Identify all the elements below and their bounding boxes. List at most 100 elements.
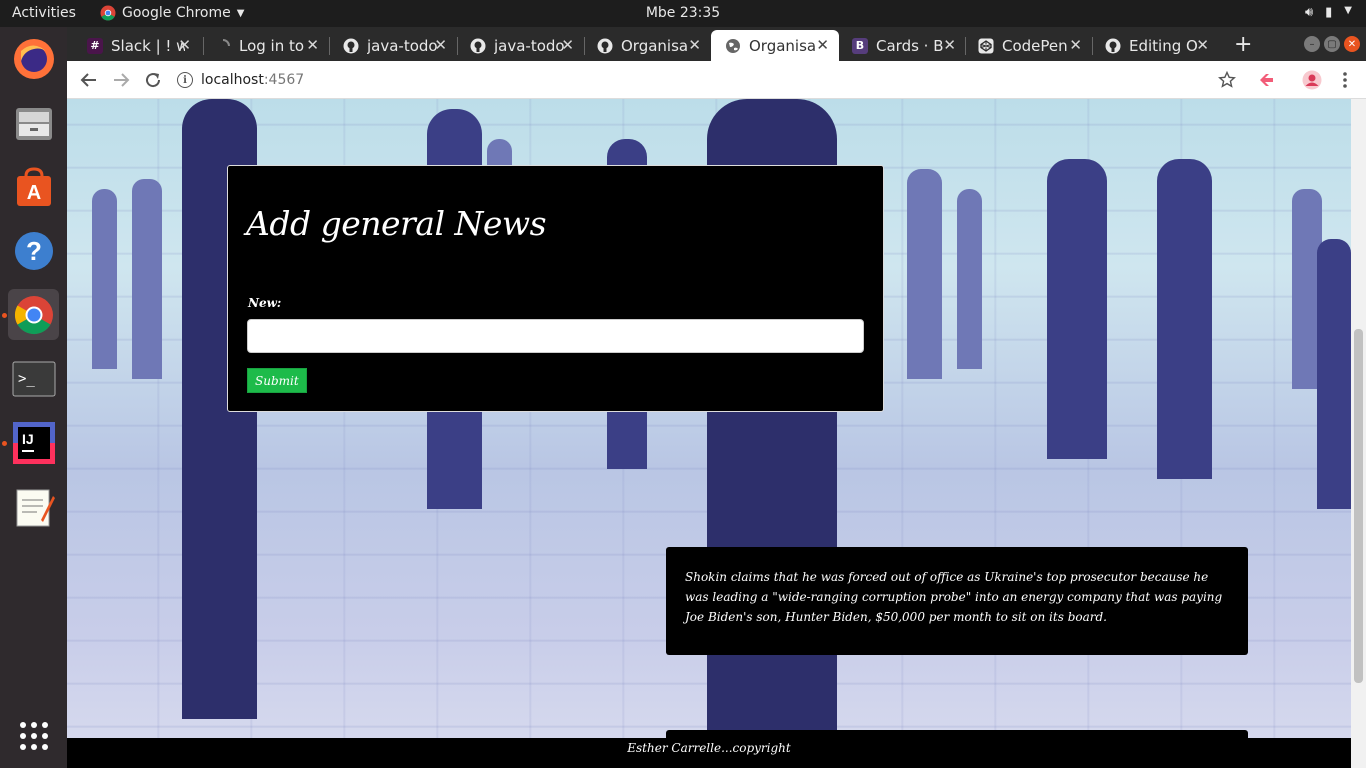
submit-button[interactable]: Submit bbox=[247, 368, 307, 393]
address-bar[interactable]: i localhost:4567 bbox=[177, 66, 1257, 94]
reload-icon bbox=[146, 73, 161, 88]
loading-icon bbox=[215, 38, 231, 54]
app-menu[interactable]: Google Chrome ▼ bbox=[100, 5, 244, 21]
close-icon[interactable]: ✕ bbox=[434, 36, 447, 54]
tab-title: Editing O bbox=[1129, 36, 1198, 55]
info-icon[interactable]: i bbox=[177, 72, 193, 88]
profile-button[interactable] bbox=[1300, 68, 1324, 92]
volume-icon[interactable]: 🔊︎ bbox=[1305, 5, 1313, 20]
tab-slack[interactable]: # Slack | ! w ✕ bbox=[73, 30, 201, 61]
avatar-icon bbox=[1302, 70, 1322, 90]
close-icon[interactable]: ✕ bbox=[816, 36, 829, 54]
clock[interactable]: Mbe 23:35 bbox=[646, 5, 720, 21]
chrome-icon bbox=[14, 295, 53, 334]
page-scrollbar[interactable] bbox=[1351, 99, 1366, 768]
news-input-label: New: bbox=[248, 296, 282, 310]
help-launcher[interactable]: ? bbox=[8, 225, 59, 276]
extension-icon bbox=[1260, 74, 1273, 86]
tab-title: java-todo bbox=[367, 36, 438, 55]
close-icon[interactable]: ✕ bbox=[178, 36, 191, 54]
tab-title: Slack | ! w bbox=[111, 36, 185, 55]
tab-cards-bootstrap[interactable]: B Cards · B ✕ bbox=[838, 30, 966, 61]
help-icon: ? bbox=[14, 231, 53, 270]
close-icon[interactable]: ✕ bbox=[306, 36, 319, 54]
bookmark-button[interactable] bbox=[1215, 68, 1239, 92]
software-launcher[interactable]: A bbox=[8, 161, 59, 212]
tab-organisation-active[interactable]: Organisa ✕ bbox=[711, 30, 839, 61]
close-icon[interactable]: ✕ bbox=[1069, 36, 1082, 54]
url-port: :4567 bbox=[263, 72, 305, 88]
news-input[interactable] bbox=[247, 319, 864, 353]
tab-strip: # Slack | ! w ✕ Log in to ✕ java-todo ✕ … bbox=[67, 27, 1366, 61]
tab-title: java-todo bbox=[494, 36, 565, 55]
footer-copyright: Esther Carrelle...copyright bbox=[627, 741, 791, 755]
files-launcher[interactable] bbox=[8, 97, 59, 148]
bootstrap-icon: B bbox=[852, 37, 868, 54]
tab-login[interactable]: Log in to ✕ bbox=[201, 30, 329, 61]
github-icon bbox=[470, 38, 486, 54]
firefox-launcher[interactable] bbox=[8, 33, 59, 84]
dock: A ? >_ IJ bbox=[0, 27, 67, 768]
firefox-icon bbox=[13, 38, 54, 79]
text-editor-icon bbox=[16, 489, 55, 526]
github-icon bbox=[1105, 38, 1121, 54]
svg-text:?: ? bbox=[26, 236, 42, 266]
editor-launcher[interactable] bbox=[8, 481, 59, 532]
maximize-button[interactable]: ▢ bbox=[1324, 36, 1340, 52]
github-icon bbox=[343, 38, 359, 54]
page-footer: Esther Carrelle...copyright bbox=[67, 738, 1351, 768]
close-icon[interactable]: ✕ bbox=[688, 36, 701, 54]
close-window-button[interactable]: ✕ bbox=[1344, 36, 1360, 52]
star-icon bbox=[1218, 71, 1236, 88]
more-vertical-icon bbox=[1343, 72, 1347, 88]
activities-button[interactable]: Activities bbox=[12, 5, 76, 21]
new-tab-button[interactable]: + bbox=[1234, 32, 1252, 57]
back-button[interactable] bbox=[77, 68, 101, 92]
url-host: localhost bbox=[201, 72, 264, 88]
intellij-launcher[interactable]: IJ bbox=[8, 417, 59, 468]
tab-codepen[interactable]: CodePen ✕ bbox=[964, 30, 1092, 61]
software-center-icon: A bbox=[16, 166, 51, 206]
tab-title: Cards · B bbox=[876, 36, 944, 55]
tab-java-todo-2[interactable]: java-todo ✕ bbox=[456, 30, 584, 61]
tab-organisation-github[interactable]: Organisa ✕ bbox=[583, 30, 711, 61]
scrollbar-thumb[interactable] bbox=[1354, 329, 1363, 683]
codepen-icon bbox=[978, 38, 994, 54]
chevron-down-icon[interactable]: ▼ bbox=[1344, 5, 1352, 20]
chrome-icon bbox=[100, 5, 116, 21]
close-icon[interactable]: ✕ bbox=[943, 36, 956, 54]
svg-text:IJ: IJ bbox=[22, 431, 34, 447]
tab-title: CodePen bbox=[1002, 36, 1068, 55]
news-item-text: Shokin claims that he was forced out of … bbox=[685, 570, 1223, 624]
svg-text:>_: >_ bbox=[18, 371, 35, 387]
github-icon bbox=[597, 38, 613, 54]
terminal-launcher[interactable]: >_ bbox=[8, 353, 59, 404]
arrow-left-icon bbox=[80, 73, 96, 87]
system-top-bar: Activities Google Chrome ▼ Mbe 23:35 🔊︎ … bbox=[0, 0, 1366, 27]
news-item-card: Shokin claims that he was forced out of … bbox=[666, 547, 1248, 655]
reload-button[interactable] bbox=[141, 68, 165, 92]
app-name: Google Chrome bbox=[122, 5, 231, 21]
globe-icon bbox=[725, 38, 741, 54]
tab-java-todo-1[interactable]: java-todo ✕ bbox=[329, 30, 457, 61]
page-title: Add general News bbox=[246, 204, 547, 243]
menu-button[interactable] bbox=[1333, 68, 1357, 92]
close-icon[interactable]: ✕ bbox=[1196, 36, 1209, 54]
chevron-down-icon: ▼ bbox=[236, 7, 245, 19]
battery-icon[interactable]: ▮ bbox=[1325, 5, 1332, 20]
close-icon[interactable]: ✕ bbox=[561, 36, 574, 54]
chrome-launcher[interactable] bbox=[8, 289, 59, 340]
tab-editing-github[interactable]: Editing O ✕ bbox=[1091, 30, 1219, 61]
minimize-button[interactable]: – bbox=[1304, 36, 1320, 52]
arrow-right-icon bbox=[114, 73, 130, 87]
extension-button[interactable] bbox=[1255, 68, 1279, 92]
tab-title: Organisa bbox=[621, 36, 689, 55]
tab-title: Organisa bbox=[749, 36, 817, 55]
show-applications-button[interactable] bbox=[8, 710, 59, 761]
page-viewport: Add general News New: Submit Shokin clai… bbox=[67, 99, 1351, 768]
app-grid-icon bbox=[19, 721, 48, 750]
slack-icon: # bbox=[87, 37, 103, 54]
svg-text:A: A bbox=[26, 182, 40, 204]
browser-toolbar: i localhost:4567 bbox=[67, 61, 1366, 99]
forward-button[interactable] bbox=[109, 68, 133, 92]
